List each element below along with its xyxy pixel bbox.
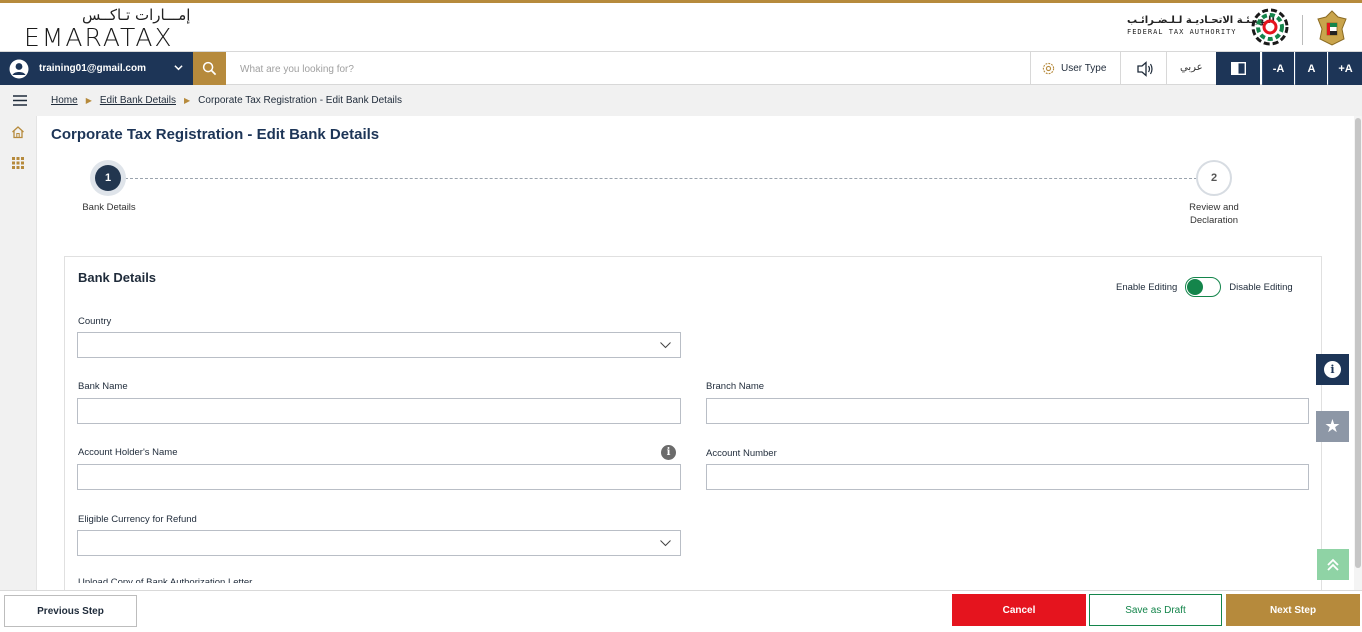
account-number-input[interactable]: [706, 464, 1309, 490]
font-decrease-button[interactable]: -A: [1262, 52, 1294, 85]
logo-arabic: إمـــارات تـاكــس: [82, 6, 191, 24]
uae-emblem-icon: [1317, 10, 1347, 46]
step-2-label: Review and Declaration: [1173, 201, 1255, 227]
account-number-label: Account Number: [706, 448, 777, 459]
bank-name-label: Bank Name: [78, 381, 128, 392]
font-normal-button[interactable]: A: [1295, 52, 1327, 85]
chevron-down-icon: [174, 65, 183, 71]
contrast-icon: [1230, 62, 1246, 75]
language-toggle[interactable]: عربي: [1180, 62, 1203, 73]
search-input[interactable]: [230, 58, 1020, 80]
currency-label: Eligible Currency for Refund: [78, 514, 197, 525]
user-email: training01@gmail.com: [39, 63, 146, 74]
chevron-down-icon: [660, 540, 671, 547]
bank-name-input[interactable]: [77, 398, 681, 424]
disable-editing-label: Disable Editing: [1229, 281, 1293, 293]
top-toolbar: training01@gmail.com User Type عربي -A A…: [0, 51, 1362, 85]
breadcrumb-arrow-icon: ▶: [85, 96, 92, 105]
breadcrumb-current: Corporate Tax Registration - Edit Bank D…: [198, 95, 402, 106]
user-type-button[interactable]: User Type: [1042, 52, 1106, 85]
account-holder-label: Account Holder's Name: [78, 447, 178, 458]
breadcrumb-arrow-icon: ▶: [184, 96, 191, 105]
step-2-label-line1: Review and: [1189, 202, 1239, 213]
stepper-line: [125, 178, 1197, 179]
country-label: Country: [78, 316, 112, 327]
scroll-top-button[interactable]: [1317, 549, 1349, 580]
logo-emaratax[interactable]: EMARATAX: [24, 23, 174, 52]
double-chevron-up-icon: [1327, 558, 1339, 571]
previous-step-button[interactable]: Previous Step: [4, 595, 137, 627]
cancel-button[interactable]: Cancel: [952, 594, 1086, 626]
apps-grid-icon[interactable]: [11, 156, 25, 170]
scrollbar-thumb[interactable]: [1355, 118, 1361, 568]
step-1-indicator[interactable]: 1: [90, 160, 126, 196]
save-draft-button[interactable]: Save as Draft: [1089, 594, 1222, 626]
breadcrumb: Home ▶ Edit Bank Details ▶ Corporate Tax…: [51, 95, 402, 106]
page-title: Corporate Tax Registration - Edit Bank D…: [51, 126, 380, 143]
branch-name-label: Branch Name: [706, 381, 765, 392]
user-menu[interactable]: training01@gmail.com: [0, 52, 193, 85]
country-select[interactable]: [77, 332, 681, 358]
toolbar-divider: [1030, 52, 1031, 85]
currency-select[interactable]: [77, 530, 681, 556]
header: إمـــارات تـاكــس EMARATAX الـهيـئـة الا…: [0, 3, 1362, 52]
toolbar-divider: [1120, 52, 1121, 85]
step-2-label-line2: Declaration: [1189, 215, 1239, 226]
editing-toggle[interactable]: [1185, 277, 1222, 297]
fta-name-english: FEDERAL TAX AUTHORITY: [1127, 28, 1237, 36]
info-icon: i: [1324, 361, 1341, 378]
enable-editing-label: Enable Editing: [1116, 281, 1178, 293]
bank-letter-label: Upload Copy of Bank Authorization Letter: [78, 577, 253, 583]
section-title: Bank Details: [78, 270, 157, 285]
header-divider: [1302, 15, 1303, 45]
fta-logo-icon: [1251, 8, 1289, 46]
breadcrumb-edit-bank[interactable]: Edit Bank Details: [100, 95, 176, 106]
toggle-knob: [1187, 279, 1204, 295]
star-icon: ★: [1324, 416, 1341, 436]
editing-toggle-group: Enable Editing Disable Editing: [1116, 277, 1293, 297]
user-type-label: User Type: [1061, 63, 1107, 74]
speaker-icon[interactable]: [1136, 61, 1154, 77]
info-icon[interactable]: i: [661, 445, 676, 460]
search-button[interactable]: [193, 52, 226, 85]
info-side-button[interactable]: i: [1316, 354, 1349, 385]
gear-icon: [1042, 62, 1055, 75]
hamburger-menu-icon[interactable]: [13, 95, 27, 106]
chevron-down-icon: [660, 342, 671, 349]
toolbar-divider: [1166, 52, 1167, 85]
user-avatar-icon: [9, 59, 29, 78]
home-icon[interactable]: [11, 125, 25, 139]
font-increase-button[interactable]: +A: [1328, 52, 1362, 85]
branch-name-input[interactable]: [706, 398, 1309, 424]
step-2-number: 2: [1210, 172, 1218, 184]
side-rail: [0, 116, 37, 590]
step-1-number: 1: [95, 165, 121, 191]
contrast-button[interactable]: [1216, 52, 1260, 85]
favorite-side-button[interactable]: ★: [1316, 411, 1349, 442]
breadcrumb-bar: Home ▶ Edit Bank Details ▶ Corporate Tax…: [0, 85, 1362, 116]
account-holder-input[interactable]: [77, 464, 681, 490]
step-1-label: Bank Details: [82, 202, 136, 213]
next-step-button[interactable]: Next Step: [1226, 594, 1360, 626]
step-2-indicator[interactable]: 2: [1196, 160, 1232, 196]
search-icon: [202, 61, 217, 76]
breadcrumb-home[interactable]: Home: [51, 95, 78, 106]
